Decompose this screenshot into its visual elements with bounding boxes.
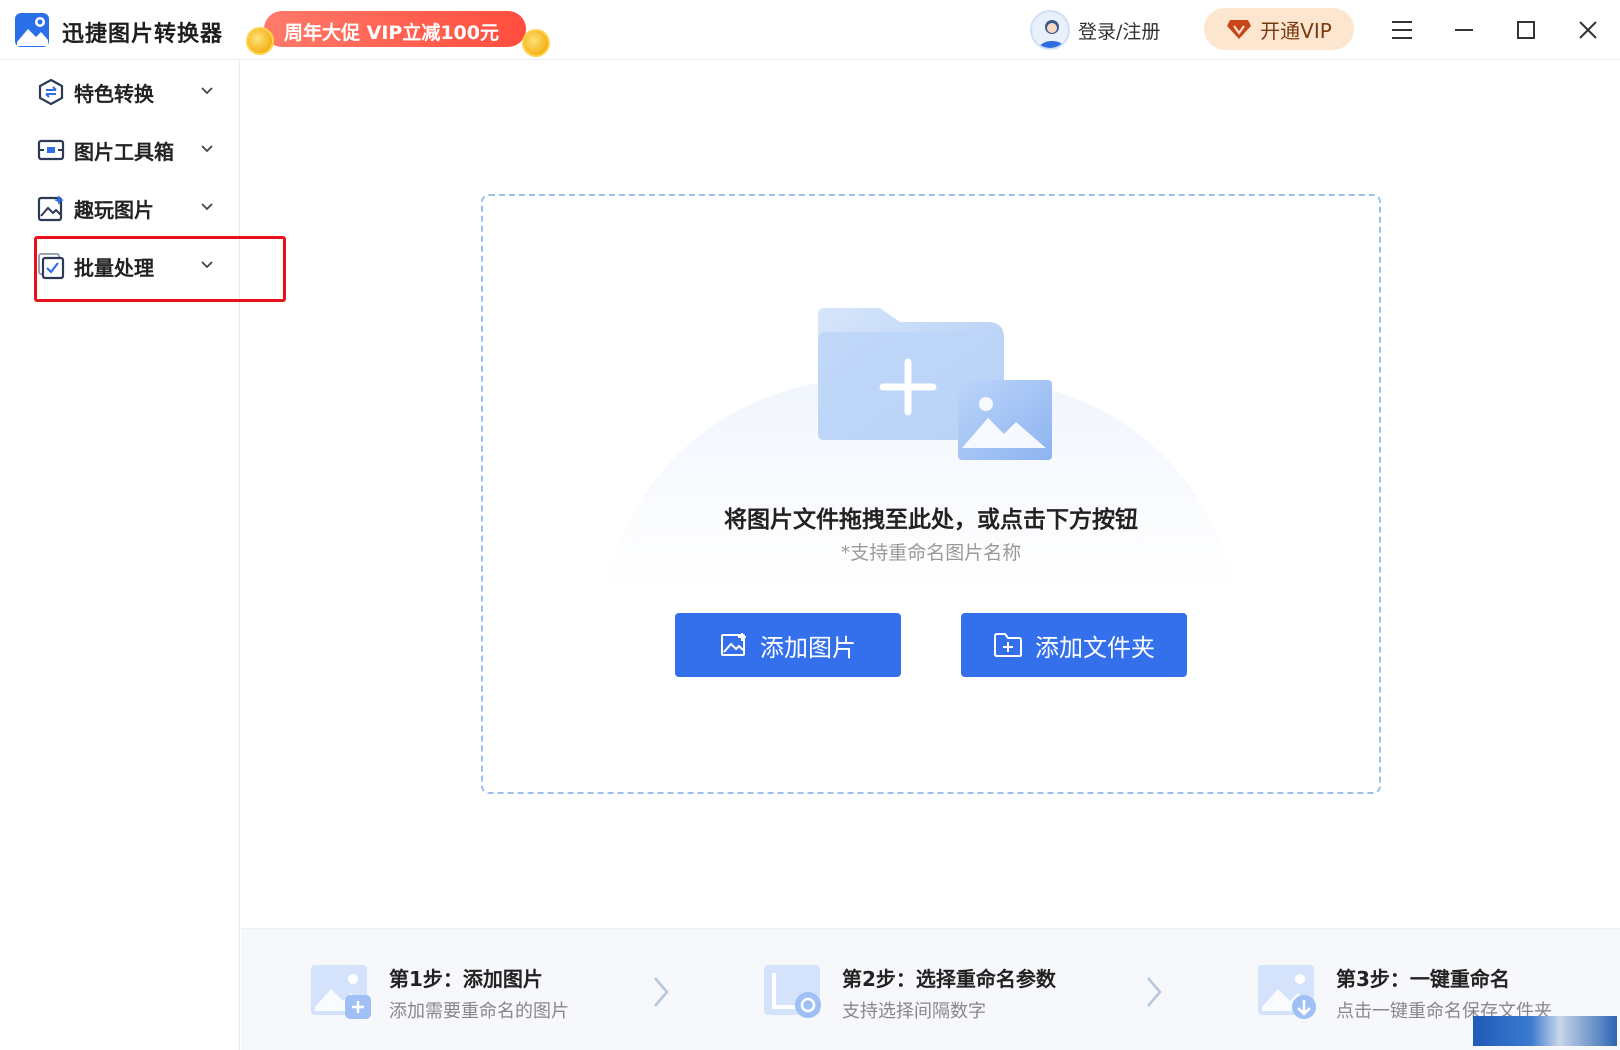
chevron-down-icon	[201, 203, 213, 211]
sidebar-item-fun-image[interactable]: 趣玩图片	[36, 183, 226, 233]
step-settings-icon	[764, 965, 821, 1018]
app-logo-icon	[15, 13, 49, 47]
minimize-icon	[1455, 29, 1473, 31]
sidebar-item-toolbox[interactable]: 图片工具箱	[36, 125, 226, 175]
add-image-label: 添加图片	[760, 633, 856, 662]
sidebar-item-batch[interactable]: 批量处理	[36, 241, 226, 291]
chevron-down-icon	[201, 87, 213, 95]
step-title: 第1步：添加图片	[389, 967, 543, 991]
promo-banner[interactable]: 周年大促 VIP立减100元	[246, 9, 550, 57]
user-icon	[1038, 20, 1066, 48]
sidebar-item-label: 特色转换	[74, 81, 154, 106]
step-desc: 支持选择间隔数字	[842, 1001, 986, 1022]
sidebar-item-feature-convert[interactable]: 特色转换	[36, 67, 226, 117]
title-bar: 迅捷图片转换器 周年大促 VIP立减100元 登录/注册 开通VIP	[0, 0, 1620, 60]
chevron-down-icon	[201, 145, 213, 153]
close-button[interactable]	[1568, 10, 1608, 50]
app-title: 迅捷图片转换器	[62, 22, 224, 47]
vip-button[interactable]: 开通VIP	[1204, 8, 1354, 50]
maximize-button[interactable]	[1506, 10, 1546, 50]
drop-zone-title: 将图片文件拖拽至此处，或点击下方按钮	[724, 507, 1138, 533]
menu-button[interactable]	[1382, 10, 1422, 50]
app-window: 迅捷图片转换器 周年大促 VIP立减100元 登录/注册 开通VIP 特色转换 …	[0, 0, 1620, 1050]
convert-icon	[36, 77, 66, 107]
add-image-button[interactable]: 添加图片	[675, 613, 901, 677]
drop-zone-subtitle: *支持重命名图片名称	[840, 542, 1022, 564]
step-add-image-icon	[311, 965, 371, 1019]
step-save-icon	[1258, 965, 1316, 1019]
step-1: 第1步：添加图片 添加需要重命名的图片	[309, 959, 669, 1029]
folder-image-illustration	[818, 308, 1052, 460]
add-image-icon	[721, 633, 746, 656]
close-icon	[1579, 21, 1597, 39]
promo-text: 周年大促 VIP立减100元	[284, 22, 499, 44]
add-folder-label: 添加文件夹	[1035, 633, 1155, 662]
coin-icon	[522, 29, 550, 57]
coin-icon	[246, 27, 274, 55]
chevron-down-icon	[201, 261, 213, 269]
maximize-icon	[1517, 21, 1535, 39]
sidebar-item-label: 趣玩图片	[74, 197, 154, 222]
step-title: 第2步：选择重命名参数	[842, 967, 1056, 991]
vip-label: 开通VIP	[1260, 18, 1332, 43]
batch-icon	[36, 251, 66, 281]
steps-bar: 第1步：添加图片 添加需要重命名的图片 第2步：选择重命名参数 支持选择间隔数字	[241, 928, 1620, 1050]
sidebar: 特色转换 图片工具箱 趣玩图片 批量处理	[0, 60, 240, 1050]
step-2: 第2步：选择重命名参数 支持选择间隔数字	[762, 959, 1142, 1029]
drop-zone[interactable]	[481, 194, 1381, 794]
toolbox-icon	[36, 135, 66, 165]
taskbar-thumbnail	[1473, 1016, 1617, 1046]
menu-icon	[1392, 21, 1412, 39]
add-folder-button[interactable]: 添加文件夹	[961, 613, 1187, 677]
add-folder-icon	[994, 633, 1022, 657]
sidebar-item-label: 图片工具箱	[74, 139, 174, 164]
fun-image-icon	[36, 193, 66, 223]
login-label: 登录/注册	[1078, 20, 1161, 43]
avatar	[1030, 10, 1070, 50]
chevron-right-icon	[1147, 977, 1162, 1007]
step-desc: 添加需要重命名的图片	[389, 1001, 569, 1022]
login-button[interactable]: 登录/注册	[1030, 10, 1160, 50]
chevron-right-icon	[654, 977, 669, 1007]
minimize-button[interactable]	[1444, 10, 1484, 50]
diamond-icon	[1227, 20, 1252, 39]
step-title: 第3步：一键重命名	[1336, 967, 1510, 991]
sidebar-item-label: 批量处理	[74, 255, 154, 280]
